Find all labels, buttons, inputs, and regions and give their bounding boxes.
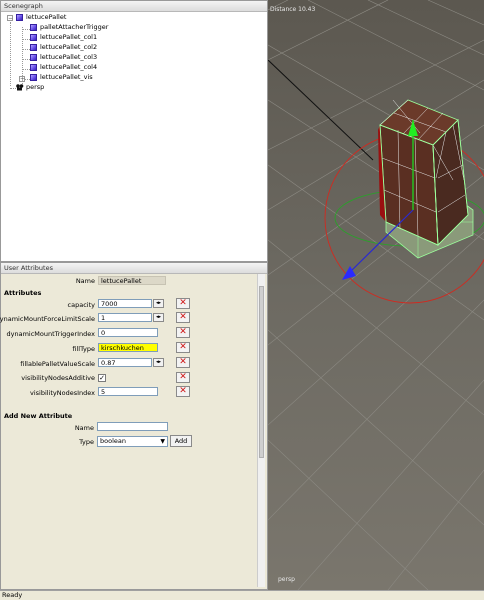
tree-item-lettucepallet-vis[interactable]: lettucePallet_vis [30, 73, 93, 82]
attr-label-visibilitynodesindex: visibilityNodesIndex [29, 389, 95, 397]
attr-label-dynamicmountforcelimitscale: dynamicMountForceLimitScale [0, 315, 95, 323]
shape-node-icon [30, 23, 37, 31]
tree-item-label: persp [26, 83, 45, 91]
dropdown-arrow-icon: ▼ [160, 438, 165, 445]
fillablepalletvaluescale-spinner[interactable]: ◂▸ [153, 358, 164, 367]
delete-dynamicmountforcelimitscale-button[interactable]: ✕ [176, 312, 190, 323]
capacity-spinner[interactable]: ◂▸ [153, 299, 164, 308]
add-attribute-button[interactable]: Add [170, 435, 192, 447]
tree-connector [22, 59, 30, 60]
new-attribute-type-label: Type [79, 438, 94, 446]
scenegraph-tree: − lettucePallet palletAttacherTrigger le… [1, 12, 267, 261]
node-name-label: Name [75, 277, 95, 285]
new-attribute-type-value: boolean [100, 437, 126, 445]
add-new-attribute-heading: Add New Attribute [4, 412, 73, 420]
pallet-box [378, 99, 469, 247]
tree-item-label: lettucePallet_col4 [40, 63, 98, 71]
scrollbar-thumb[interactable] [259, 286, 264, 458]
dynamicmounttriggerindex-input[interactable]: 0 [98, 328, 158, 337]
scenegraph-panel: Scenegraph − lettucePallet palletAttache… [0, 0, 268, 262]
tree-item-label: lettucePallet_vis [40, 73, 93, 81]
tree-item-label: lettucePallet [26, 13, 67, 21]
expand-icon[interactable]: + [19, 76, 25, 83]
dynamicmountforcelimitscale-spinner[interactable]: ◂▸ [153, 313, 164, 322]
tree-item-lettucepallet-col1[interactable]: lettucePallet_col1 [30, 33, 97, 42]
transform-node-icon [30, 73, 37, 81]
new-attribute-name-label: Name [74, 424, 94, 432]
new-attribute-type-select[interactable]: boolean ▼ [97, 436, 168, 447]
tree-item-lettucepallet-col2[interactable]: lettucePallet_col2 [30, 43, 97, 52]
scenegraph-title: Scenegraph [1, 1, 267, 12]
node-name-field: lettucePallet [98, 276, 166, 285]
delete-visibilitynodesindex-button[interactable]: ✕ [176, 386, 190, 397]
3d-viewport[interactable]: Distance 10.43 persp [268, 0, 484, 590]
attr-label-fillablepalletvaluescale: fillablePalletValueScale [20, 360, 95, 368]
user-attributes-panel: User Attributes Name lettucePallet Attri… [0, 262, 268, 590]
viewport-scene [268, 0, 484, 590]
tree-item-lettucepallet[interactable]: lettucePallet [16, 13, 66, 22]
tree-item-label: lettucePallet_col2 [40, 43, 98, 51]
delete-visibilitynodesadditive-button[interactable]: ✕ [176, 372, 190, 383]
camera-icon [16, 83, 24, 91]
dynamicmountforcelimitscale-input[interactable]: 1 [98, 313, 152, 322]
status-bar: Ready [0, 590, 484, 600]
capacity-input[interactable]: 7000 [98, 299, 152, 308]
transform-node-icon [16, 13, 23, 21]
tree-connector [22, 69, 30, 70]
delete-filltype-button[interactable]: ✕ [176, 342, 190, 353]
attr-label-capacity: capacity [67, 301, 95, 309]
delete-capacity-button[interactable]: ✕ [176, 298, 190, 309]
attr-label-dynamicmounttriggerindex: dynamicMountTriggerIndex [6, 330, 95, 338]
tree-connector [22, 29, 30, 30]
tree-item-label: lettucePallet_col3 [40, 53, 98, 61]
camera-name-label: persp [278, 576, 295, 583]
user-attributes-title: User Attributes [1, 263, 267, 274]
collapse-icon[interactable]: − [7, 15, 13, 22]
attr-label-filltype: fillType [72, 345, 95, 353]
new-attribute-name-input[interactable] [97, 422, 168, 431]
tree-connector [22, 49, 30, 50]
tree-item-palletattachertrigger[interactable]: palletAttacherTrigger [30, 23, 108, 32]
fillablepalletvaluescale-input[interactable]: 0.87 [98, 358, 152, 367]
tree-item-lettucepallet-col4[interactable]: lettucePallet_col4 [30, 63, 97, 72]
attr-label-visibilitynodesadditive: visibilityNodesAdditive [21, 374, 95, 382]
status-text: Ready [2, 591, 23, 599]
tree-item-lettucepallet-col3[interactable]: lettucePallet_col3 [30, 53, 97, 62]
tree-connector [10, 22, 11, 86]
tree-connector [22, 39, 30, 40]
filltype-input[interactable]: kirschkuchen [98, 343, 158, 352]
visibilitynodesindex-input[interactable]: 5 [98, 387, 158, 396]
tree-item-persp[interactable]: persp [16, 83, 44, 92]
distance-readout: Distance 10.43 [270, 6, 316, 13]
shape-node-icon [30, 53, 37, 61]
shape-node-icon [30, 63, 37, 71]
attributes-scrollbar[interactable] [257, 274, 265, 587]
tree-item-label: lettucePallet_col1 [40, 33, 98, 41]
shape-node-icon [30, 43, 37, 51]
tree-item-label: palletAttacherTrigger [40, 23, 109, 31]
delete-fillablepalletvaluescale-button[interactable]: ✕ [176, 357, 190, 368]
shape-node-icon [30, 33, 37, 41]
attributes-heading: Attributes [4, 289, 42, 297]
visibilitynodesadditive-checkbox[interactable]: ✓ [98, 374, 106, 382]
delete-dynamicmounttriggerindex-button[interactable]: ✕ [176, 327, 190, 338]
